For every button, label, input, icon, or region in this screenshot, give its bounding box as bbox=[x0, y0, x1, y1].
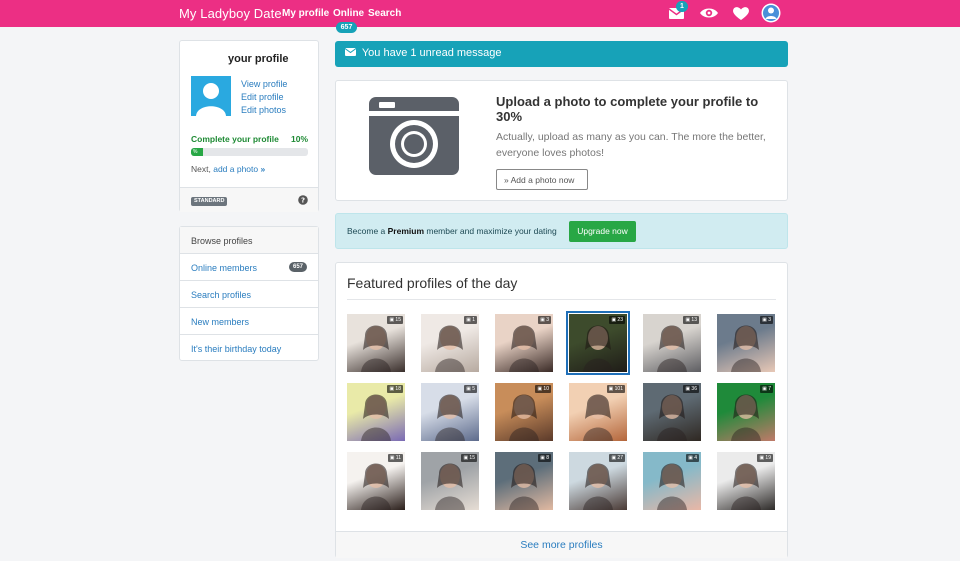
browse-item-label: Online members bbox=[191, 263, 258, 273]
edit-profile-link[interactable]: Edit profile bbox=[241, 92, 284, 102]
double-chevron-right-icon: » bbox=[504, 175, 509, 185]
profile-card-title: your profile bbox=[228, 53, 289, 65]
premium-upsell-banner: Become a Premium member and maximize you… bbox=[335, 213, 788, 249]
default-avatar[interactable] bbox=[191, 76, 231, 116]
photo-count-badge: ▣ 3 bbox=[538, 316, 551, 324]
edit-photos-link[interactable]: Edit photos bbox=[241, 105, 286, 115]
unread-message-alert[interactable]: You have 1 unread message bbox=[335, 41, 788, 67]
profile-progress-fill: % bbox=[191, 148, 203, 156]
featured-profile-thumb[interactable]: ▣ 10 bbox=[495, 383, 553, 441]
featured-profile-thumb[interactable]: ▣ 3 bbox=[495, 314, 553, 372]
photo-count-badge: ▣ 23 bbox=[609, 316, 625, 324]
profile-progress-bar: % bbox=[191, 148, 308, 156]
featured-profile-thumb[interactable]: ▣ 5 bbox=[421, 383, 479, 441]
photo-count-badge: ▣ 1 bbox=[464, 316, 477, 324]
photo-count-badge: ▣ 8 bbox=[538, 454, 551, 462]
browse-online-members[interactable]: Online members 657 bbox=[180, 254, 318, 281]
featured-profile-thumb[interactable]: ▣ 7 bbox=[717, 383, 775, 441]
online-count-badge: 657 bbox=[336, 22, 357, 33]
photo-count-badge: ▣ 5 bbox=[464, 385, 477, 393]
eye-icon[interactable] bbox=[699, 4, 719, 22]
upload-photo-title: Upload a photo to complete your profile … bbox=[496, 94, 759, 124]
browse-profiles-card: Browse profiles Online members 657 Searc… bbox=[179, 226, 319, 361]
featured-profile-thumb[interactable]: ▣ 4 bbox=[643, 452, 701, 510]
premium-text-prefix: Become a bbox=[347, 226, 388, 236]
featured-profile-thumb[interactable]: ▣ 1 bbox=[421, 314, 479, 372]
help-icon[interactable]: ? bbox=[298, 195, 308, 205]
browse-item-label: New members bbox=[191, 317, 250, 327]
photo-count-badge: ▣ 13 bbox=[683, 316, 699, 324]
top-navbar: My Ladyboy Date My profile Online Search bbox=[0, 0, 960, 27]
upload-photo-card: Upload a photo to complete your profile … bbox=[335, 80, 788, 201]
unread-mail-badge: 1 bbox=[676, 1, 688, 12]
camera-icon bbox=[369, 97, 459, 175]
next-step-prefix: Next, bbox=[191, 164, 211, 174]
unread-message-text: You have 1 unread message bbox=[361, 47, 502, 59]
browse-item-label: It's their birthday today bbox=[191, 344, 282, 354]
featured-profile-thumb[interactable]: ▣ 15 bbox=[421, 452, 479, 510]
browse-new-members[interactable]: New members bbox=[180, 308, 318, 335]
featured-profile-thumb[interactable]: ▣ 3 bbox=[717, 314, 775, 372]
featured-profile-thumb[interactable]: ▣ 18 bbox=[347, 383, 405, 441]
photo-count-badge: ▣ 3 bbox=[760, 316, 773, 324]
photo-count-badge: ▣ 19 bbox=[757, 454, 773, 462]
featured-profile-thumb[interactable]: ▣ 19 bbox=[717, 452, 775, 510]
online-members-count: 657 bbox=[289, 262, 307, 272]
featured-profile-thumb[interactable]: ▣ 36 bbox=[643, 383, 701, 441]
browse-birthday-today[interactable]: It's their birthday today bbox=[180, 335, 318, 362]
add-photo-link[interactable]: add a photo bbox=[213, 164, 258, 174]
envelope-icon bbox=[345, 48, 356, 56]
premium-text-suffix: member and maximize your dating bbox=[424, 226, 557, 236]
user-silhouette-icon bbox=[196, 83, 226, 116]
complete-profile-percent: 10% bbox=[291, 134, 309, 144]
photo-count-badge: ▣ 36 bbox=[683, 385, 699, 393]
photo-count-badge: ▣ 101 bbox=[606, 385, 625, 393]
photo-count-badge: ▣ 15 bbox=[387, 316, 403, 324]
complete-profile-label: Complete your profile bbox=[191, 134, 279, 144]
profile-card: your profile View profile Edit profile E… bbox=[179, 40, 319, 212]
premium-text-bold: Premium bbox=[387, 226, 425, 236]
see-more-profiles-link[interactable]: See more profiles bbox=[336, 531, 787, 558]
featured-divider bbox=[347, 299, 776, 300]
featured-profile-thumb[interactable]: ▣ 13 bbox=[643, 314, 701, 372]
account-avatar-icon[interactable] bbox=[761, 3, 781, 23]
membership-footer: STANDARD ? bbox=[180, 187, 318, 212]
nav-my-profile[interactable]: My profile bbox=[282, 8, 329, 19]
photo-count-badge: ▣ 27 bbox=[609, 454, 625, 462]
featured-profile-thumb[interactable]: ▣ 8 bbox=[495, 452, 553, 510]
nav-search[interactable]: Search bbox=[368, 8, 401, 19]
featured-profile-thumb[interactable]: ▣ 101 bbox=[569, 383, 627, 441]
double-chevron-right-icon: » bbox=[260, 164, 266, 174]
featured-profiles-card: Featured profiles of the day ▣ 15 ▣ 1 ▣ 3 ▣… bbox=[335, 262, 788, 558]
photo-count-badge: ▣ 7 bbox=[760, 385, 773, 393]
featured-profile-thumb[interactable]: ▣ 23 bbox=[566, 311, 630, 375]
svg-text:?: ? bbox=[301, 197, 305, 205]
featured-profile-thumb[interactable]: ▣ 27 bbox=[569, 452, 627, 510]
heart-icon[interactable] bbox=[731, 4, 751, 22]
featured-profiles-title: Featured profiles of the day bbox=[347, 275, 518, 291]
browse-search-profiles[interactable]: Search profiles bbox=[180, 281, 318, 308]
featured-profile-thumb[interactable]: ▣ 11 bbox=[347, 452, 405, 510]
brand-logo[interactable]: My Ladyboy Date bbox=[179, 6, 282, 21]
nav-online[interactable]: Online bbox=[333, 8, 364, 19]
photo-count-badge: ▣ 4 bbox=[686, 454, 699, 462]
add-photo-button-label: Add a photo now bbox=[510, 175, 575, 185]
browse-profiles-header: Browse profiles bbox=[180, 227, 318, 254]
photo-count-badge: ▣ 10 bbox=[535, 385, 551, 393]
photo-count-badge: ▣ 11 bbox=[387, 454, 403, 462]
photo-count-badge: ▣ 15 bbox=[461, 454, 477, 462]
featured-profile-thumb[interactable]: ▣ 15 bbox=[347, 314, 405, 372]
photo-count-badge: ▣ 18 bbox=[387, 385, 403, 393]
membership-badge: STANDARD bbox=[191, 197, 228, 206]
add-photo-button[interactable]: » Add a photo now bbox=[496, 169, 588, 190]
upgrade-now-button[interactable]: Upgrade now bbox=[569, 221, 636, 242]
browse-item-label: Search profiles bbox=[191, 290, 252, 300]
premium-upsell-text: Become a Premium member and maximize you… bbox=[347, 226, 557, 236]
view-profile-link[interactable]: View profile bbox=[241, 79, 287, 89]
upload-photo-description: Actually, upload as many as you can. The… bbox=[496, 131, 766, 159]
next-step: Next, add a photo » bbox=[191, 164, 265, 174]
